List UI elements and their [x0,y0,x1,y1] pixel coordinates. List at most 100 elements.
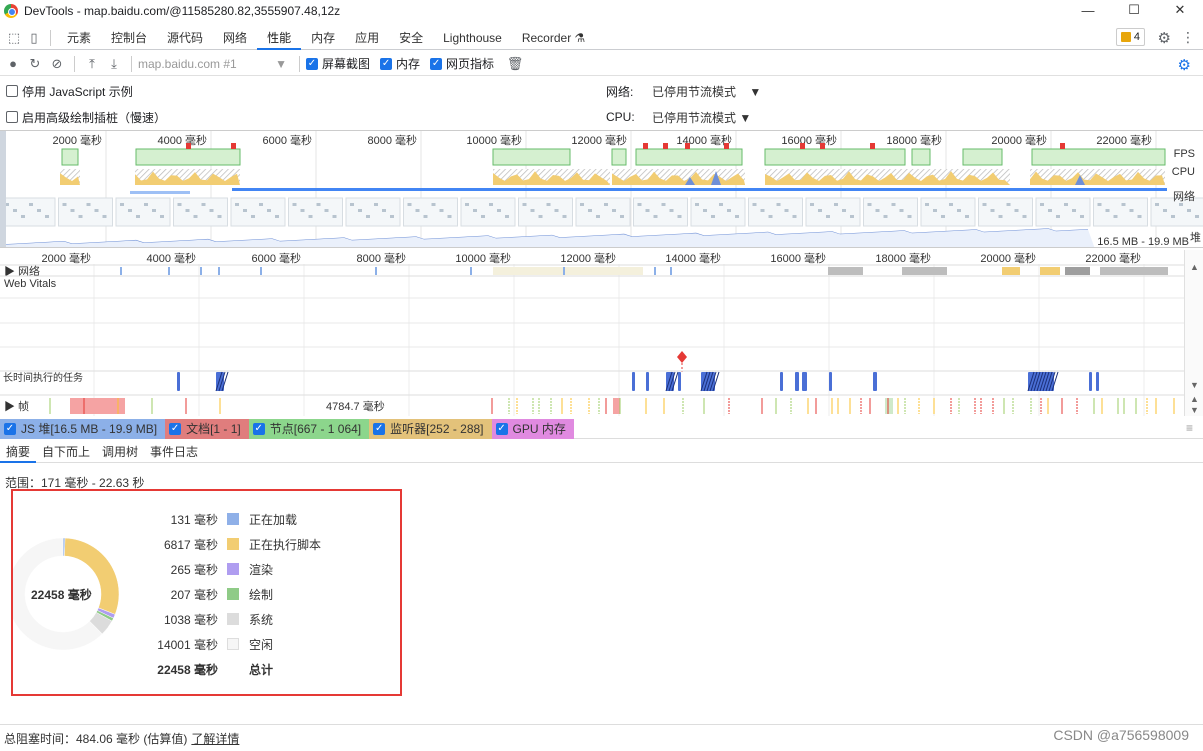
timeline-flamechart[interactable]: 2000 毫秒 4000 毫秒 6000 毫秒 8000 毫秒 10000 毫秒 1200… [0,250,1184,416]
memory-checkbox[interactable]: ✓ 内存 [380,55,420,72]
cpu-label: CPU [1171,166,1195,178]
close-window-button[interactable]: ✕ [1157,0,1203,20]
download-profile-icon[interactable]: ⤓ [103,56,125,72]
overview-tick-label: 20000 毫秒 [991,133,1047,147]
timeline-tick-label: 16000 毫秒 [770,251,826,265]
legend-swatch [227,563,239,575]
timeline-tick-label: 22000 毫秒 [1085,251,1141,265]
timeline-scrollbar[interactable]: ▲ ▼ ▲ ▼ [1184,250,1203,416]
summary-row: 1038 毫秒 系统 [163,612,274,627]
more-menu-icon[interactable]: ⋮ [1181,29,1195,46]
timeline-tick-label: 18000 毫秒 [875,251,931,265]
tab-7[interactable]: 安全 [389,26,433,50]
tab-3[interactable]: 网络 [213,26,257,50]
target-select[interactable]: map.baidu.com #1 ▼ [138,55,293,73]
devtools-tabbar: ⬚ ▯ 元素 控制台 源代码 网络 性能 内存 应用 安全 Lighthouse Recorder… [0,26,1203,50]
settings-row-1: 停用 JavaScript 示例 网络: 已停用节流模式 ▼ [0,78,1203,104]
minimize-button[interactable]: — [1065,0,1111,20]
details-tab-1[interactable]: 自下而上 [36,441,96,463]
overview-tick-label: 14000 毫秒 [676,133,732,147]
details-tabs: 摘要 自下而上 调用树 事件日志 [0,441,1203,463]
summary-total-row: 22458 毫秒 总计 [157,662,274,677]
summary-row: 207 毫秒 绘制 [170,587,274,602]
reload-record-icon[interactable]: ↻ [24,56,46,72]
performance-toolbar: ● ↻ ⊘ ⤒ ⤓ map.baidu.com #1 ▼ ✓ 屏幕截图 ✓ 内存 ✓ 网… [0,52,1203,76]
timeline-tick-label: 8000 毫秒 [356,251,406,265]
watermark: CSDN @a756598009 [1053,727,1189,743]
legend-swatch [227,513,239,525]
details-tab-3[interactable]: 事件日志 [144,441,204,463]
tab-6[interactable]: 应用 [345,26,389,50]
timeline-tick-label: 6000 毫秒 [251,251,301,265]
overview-tick-label: 8000 毫秒 [367,133,417,147]
upload-profile-icon[interactable]: ⤒ [81,56,103,72]
memory-counter-1[interactable]: ✓ 文档[1 - 1] [165,418,249,439]
tab-4[interactable]: 性能 [257,26,302,50]
window-title: DevTools - map.baidu.com/@11585280.82,35… [24,4,341,18]
tab-8[interactable]: Lighthouse [433,26,512,50]
summary-row: 14001 毫秒 空闲 [157,637,274,652]
heap-label: 堆 [1190,232,1201,244]
issues-badge[interactable]: 4 [1115,28,1145,46]
summary-row: 6817 毫秒 正在执行脚本 [163,537,322,552]
network-throttle-select[interactable]: 已停用节流模式 ▼ [652,83,761,100]
memory-counter-3[interactable]: ✓ 监听器[252 - 288] [369,418,492,439]
details-tab-0[interactable]: 摘要 [0,441,37,463]
device-toolbar-icon[interactable]: ▯ [24,28,44,48]
long-tasks-label: 长时间执行的任务 [3,371,83,384]
summary-panel: 22458 毫秒 131 毫秒 正在加载 6817 毫秒 正在执行脚本 265 毫秒 渲染… [11,489,402,696]
record-icon[interactable]: ● [2,56,24,71]
timeline-tick-label: 14000 毫秒 [665,251,721,265]
legend-swatch [227,538,239,550]
learn-more-link[interactable]: 了解详情 [191,730,239,747]
inspect-element-icon[interactable]: ⬚ [4,28,24,48]
tab-1[interactable]: 控制台 [101,26,157,50]
timeline-tick-label: 20000 毫秒 [980,251,1036,265]
details-tab-2[interactable]: 调用树 [96,441,144,463]
drag-handle-icon[interactable]: ≡ [1186,421,1193,435]
trash-icon[interactable]: 🗑 [504,56,526,72]
legend-swatch [227,588,239,600]
tab-2[interactable]: 源代码 [157,26,213,50]
tab-5[interactable]: 内存 [301,26,345,50]
cpu-throttle-select[interactable]: 已停用节流模式 ▼ [652,109,751,126]
web-vitals-label: Web Vitals [4,278,57,290]
enable-paint-instrumentation-checkbox[interactable]: 启用高级绘制插桩（慢速） [6,109,166,126]
panel-tabs: 元素 控制台 源代码 网络 性能 内存 应用 安全 Lighthouse Recorder ⚗ [57,26,595,50]
memory-counters-legend: ✓ JS 堆[16.5 MB - 19.9 MB] ✓ 文档[1 - 1] ✓ 节点[66… [0,418,1203,439]
web-vitals-checkbox[interactable]: ✓ 网页指标 [430,55,494,72]
clear-icon[interactable]: ⊘ [46,56,68,72]
chrome-logo-icon [4,4,18,18]
memory-counter-0[interactable]: ✓ JS 堆[16.5 MB - 19.9 MB] [0,418,166,439]
memory-counter-4[interactable]: ✓ GPU 内存 [491,418,574,439]
overview-graph: 2000 毫秒 4000 毫秒 6000 毫秒 8000 毫秒 10000 毫秒 1200… [0,131,1203,247]
legend-swatch [227,638,239,650]
memory-counter-2[interactable]: ✓ 节点[667 - 1 064] [248,418,370,439]
timeline-tick-label: 4000 毫秒 [146,251,196,265]
overview-tick-label: 18000 毫秒 [886,133,942,147]
timeline-tracks: 2000 毫秒 4000 毫秒 6000 毫秒 8000 毫秒 10000 毫秒 1200… [0,251,1184,416]
settings-gear-icon[interactable]: ⚙ [1158,29,1171,47]
overview-tick-label: 4000 毫秒 [157,133,207,147]
overview-tick-label: 10000 毫秒 [466,133,522,147]
tab-0[interactable]: 元素 [57,26,101,50]
timeline-tick-label: 10000 毫秒 [455,251,511,265]
total-blocking-time: 总阻塞时间：484.06 毫秒 (估算值) [4,731,188,746]
overview-tick-label: 2000 毫秒 [52,133,102,147]
summary-row: 131 毫秒 正在加载 [170,512,298,527]
frame-duration-label: 4784.7 毫秒 [326,399,385,413]
summary-row: 265 毫秒 渲染 [170,562,274,577]
donut-total: 22458 毫秒 [31,588,92,602]
issues-flag-icon [1120,32,1131,42]
timeline-tick-label: 2000 毫秒 [41,251,91,265]
capture-settings-gear-icon[interactable]: ⚙ [1178,56,1191,74]
disable-js-samples-checkbox[interactable]: 停用 JavaScript 示例 [6,83,133,100]
tab-9[interactable]: Recorder ⚗ [512,26,595,50]
settings-row-2: 启用高级绘制插桩（慢速） CPU: 已停用节流模式 ▼ [0,104,1203,130]
network-label: 网络 [1173,191,1195,203]
maximize-button[interactable]: ☐ [1111,0,1157,20]
frames-label: ▶ 帧 [4,399,29,413]
timeline-overview[interactable]: 2000 毫秒 4000 毫秒 6000 毫秒 8000 毫秒 10000 毫秒 1200… [0,130,1203,248]
status-footer: 总阻塞时间：484.06 毫秒 (估算值) 了解详情 [0,724,1203,751]
screenshots-checkbox[interactable]: ✓ 屏幕截图 [306,55,370,72]
